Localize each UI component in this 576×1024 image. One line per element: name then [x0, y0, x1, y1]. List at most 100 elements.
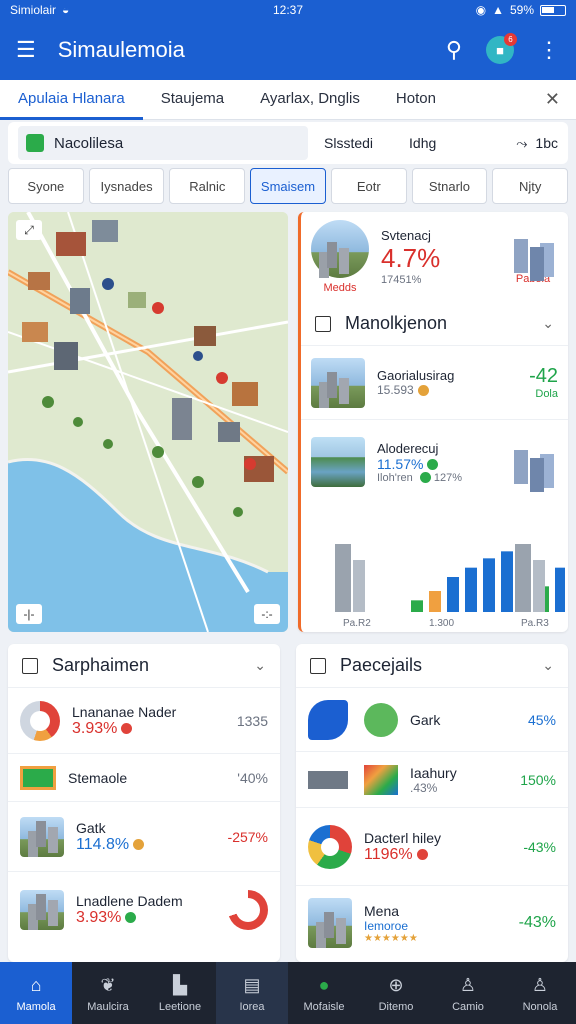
stat-title: Svtenacj — [381, 228, 431, 243]
status-bar: Simiolair ◒ 12:37 ◉ ▲ 59% — [0, 0, 576, 20]
paecejails-header[interactable]: Paecejails ⌄ — [296, 644, 568, 688]
map-zoom-out-button[interactable]: -|- — [16, 604, 42, 624]
nav-leetione[interactable]: ▙ Leetione — [144, 962, 216, 1024]
nav-iorea[interactable]: ▤ Iorea — [216, 962, 288, 1024]
city-thumbnail — [311, 220, 369, 278]
sarphaimen-header[interactable]: Sarphaimen ⌄ — [8, 644, 280, 688]
chart-bar — [429, 591, 441, 612]
chip-iysnades[interactable]: Iysnades — [88, 168, 165, 204]
building-icon — [508, 229, 558, 273]
chip-njty[interactable]: Njty — [492, 168, 569, 204]
tower-icon — [335, 544, 351, 612]
tower-icon — [515, 544, 531, 612]
coin-icon — [133, 838, 145, 850]
close-icon[interactable]: ✕ — [545, 89, 560, 110]
manolkjenon-header[interactable]: Manolkjenon ⌄ — [301, 302, 568, 346]
list-item[interactable]: Gatk 114.8% -257% — [8, 802, 280, 872]
map-recenter-button[interactable]: -:- — [254, 604, 280, 624]
list-item[interactable]: Iaahury .43% 150% — [296, 752, 568, 808]
museum-thumbnail — [20, 890, 64, 930]
card-icon: ▤ — [243, 974, 261, 995]
list-item[interactable]: Stemaole '40% — [8, 754, 280, 802]
filter-label-1[interactable]: Slsstedi — [324, 135, 373, 151]
home-icon: ⌂ — [30, 974, 42, 995]
checkbox-icon — [315, 315, 331, 332]
building-thumbnail — [20, 816, 64, 857]
nav-label: Maulcira — [87, 1001, 129, 1013]
storefront-icon — [20, 765, 56, 790]
checkbox-icon — [22, 657, 38, 674]
item-value: 45% — [527, 711, 556, 728]
tab-hoton[interactable]: Hoton — [378, 80, 454, 120]
chart-bar — [411, 600, 423, 612]
item-value: -43% — [518, 914, 556, 931]
item-title: Lnadlene Dadem — [76, 893, 183, 909]
user2-icon: ♙ — [531, 974, 549, 995]
chart-bar — [501, 551, 513, 612]
bell-icon: ■ — [496, 42, 504, 58]
down-icon — [416, 848, 428, 860]
map-view[interactable]: ⤢ -|- -:- — [8, 212, 288, 632]
tab-apulaia[interactable]: Apulaia Hlanara — [0, 80, 143, 120]
nav-ditemo[interactable]: ⊕ Ditemo — [360, 962, 432, 1024]
nav-mamola[interactable]: ⌂ Mamola — [0, 962, 72, 1024]
notifications-button[interactable]: ■ 6 — [486, 33, 517, 64]
donut-icon — [20, 700, 60, 741]
nav-label: Iorea — [239, 1001, 265, 1013]
chip-syone[interactable]: Syone — [8, 168, 84, 204]
tab-ayarlax[interactable]: Ayarlax, Dnglis — [242, 80, 378, 120]
pie-icon — [308, 824, 352, 869]
manolkjenon-row-2[interactable]: Aloderecuj 11.57% Iloh'ren 127% — [301, 420, 568, 504]
list-item[interactable]: Mena Iemoroe ★★★★★★ -43% — [296, 886, 568, 960]
chip-smaisem[interactable]: Smaisem — [250, 168, 326, 204]
search-icon[interactable]: ⚲ — [446, 37, 462, 63]
chevron-down-icon: ⌄ — [542, 315, 554, 331]
gauge-icon — [228, 890, 268, 930]
tab-staujema[interactable]: Staujema — [143, 80, 242, 120]
item-sub: Iemoroe — [364, 918, 409, 933]
dot-icon — [419, 472, 431, 484]
row-title: Gaorialusirag — [377, 368, 455, 383]
list-item[interactable]: Dacterl hiley 1196% -43% — [296, 808, 568, 886]
search-input[interactable]: Nacolilesa — [18, 126, 308, 160]
menu-icon[interactable]: ☰ — [16, 37, 36, 63]
chip-stnarlo[interactable]: Stnarlo — [411, 168, 488, 204]
market-thumbnail — [308, 898, 352, 948]
row-sub: Iloh'ren 127% — [377, 471, 462, 484]
filter-label-2[interactable]: Idhg — [409, 135, 436, 151]
coin-icon — [417, 385, 429, 397]
map-canvas — [8, 212, 288, 632]
up-icon — [125, 912, 137, 924]
more-vert-icon[interactable]: ⋮ — [538, 37, 560, 63]
chip-row: Syone Iysnades Ralnic Smaisem Eotr Stnar… — [8, 168, 569, 204]
list-item[interactable]: Lnananae Nader 3.93% 1335 — [8, 688, 280, 754]
nav-mofaisle[interactable]: ● Mofaisle — [288, 962, 360, 1024]
item-value: -257% — [227, 828, 268, 845]
row-title: Aloderecuj — [377, 440, 439, 456]
map-layers-icon[interactable]: ⤢ — [16, 220, 42, 240]
search-row: Nacolilesa Slsstedi Idhg ⤳ 1bc — [8, 122, 568, 164]
list-item[interactable]: Lnadlene Dadem 3.93% — [8, 872, 280, 948]
manolkjenon-title: Manolkjenon — [345, 313, 448, 333]
chart-tick-label: Pa.R2 — [343, 618, 371, 629]
paecejails-card: Paecejails ⌄ Gark 45% Iaahury .43% 150% … — [296, 644, 568, 962]
chart-tick-label: Pa.R3 — [521, 618, 549, 629]
nav-camio[interactable]: ♙ Camio — [432, 962, 504, 1024]
filter-label-3[interactable]: ⤳ 1bc — [516, 135, 558, 152]
item-title: Dacterl hiley — [364, 829, 442, 846]
list-item[interactable]: Gark 45% — [296, 688, 568, 752]
user-icon: ♙ — [459, 974, 477, 995]
chip-eotr[interactable]: Eotr — [330, 168, 407, 204]
chip-ralnic[interactable]: Ralnic — [169, 168, 246, 204]
manolkjenon-row-1[interactable]: Gaorialusirag 15.593 -42 Dola — [301, 346, 568, 420]
item-pct: .43% — [410, 780, 438, 795]
down-icon — [121, 722, 133, 734]
item-value: 1335 — [236, 712, 268, 729]
up-icon — [427, 459, 439, 471]
nav-maulcira[interactable]: ❦ Maulcira — [72, 962, 144, 1024]
alarm-icon: ◉ — [475, 3, 487, 17]
item-title: Iaahury — [410, 764, 457, 781]
nav-nonola[interactable]: ♙ Nonola — [504, 962, 576, 1024]
search-value: Nacolilesa — [54, 134, 124, 152]
rating-stars: ★★★★★★ — [364, 932, 418, 944]
